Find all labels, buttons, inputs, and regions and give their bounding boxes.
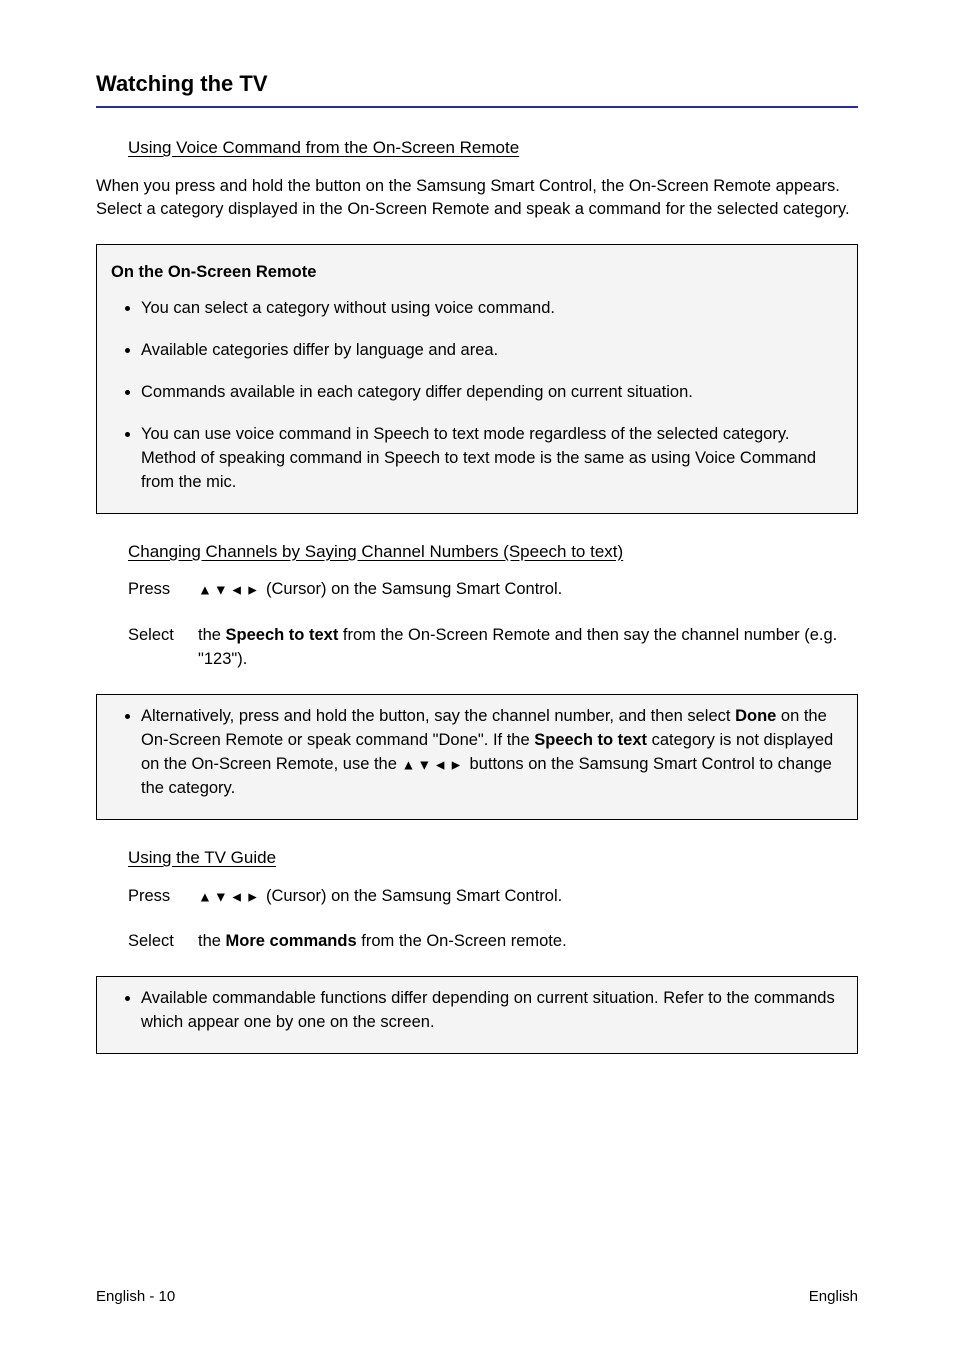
section-heading: Using the TV Guide — [128, 846, 276, 871]
directional-arrows-icon: ▲▼◄► — [401, 757, 464, 773]
section-tv-guide: Using the TV Guide — [128, 846, 858, 885]
page: Watching the TV Using Voice Command from… — [0, 0, 954, 1348]
note-list: Available commandable functions differ d… — [111, 987, 843, 1035]
instruction-text: the More commands from the On-Screen rem… — [198, 930, 567, 954]
footer-right: English — [809, 1286, 858, 1308]
section-heading: Changing Channels by Saying Channel Numb… — [128, 540, 623, 565]
speech-to-text-token: Speech to text — [534, 731, 647, 749]
note-item: Alternatively, press and hold the button… — [141, 705, 843, 801]
footer-left: English - 10 — [96, 1286, 175, 1308]
note-box-1: On the On-Screen Remote You can select a… — [96, 244, 858, 513]
more-commands-token: More commands — [226, 932, 357, 950]
instruction-row-4: Select the More commands from the On-Scr… — [128, 930, 858, 954]
done-token: Done — [735, 707, 776, 725]
instruction-label: Press — [128, 885, 198, 909]
instruction-row-3: Press ▲▼◄► (Cursor) on the Samsung Smart… — [128, 885, 858, 909]
instruction-text: ▲▼◄► (Cursor) on the Samsung Smart Contr… — [198, 578, 562, 602]
text-fragment: the — [198, 932, 226, 950]
instruction-row-1: Press ▲▼◄► (Cursor) on the Samsung Smart… — [128, 578, 858, 602]
note-item: You can use voice command in Speech to t… — [141, 423, 843, 495]
title-rule — [96, 106, 858, 108]
section-voice-command-onscreen: Using Voice Command from the On-Screen R… — [128, 136, 858, 175]
instruction-row-2: Select the Speech to text from the On-Sc… — [128, 624, 858, 672]
page-title: Watching the TV — [96, 68, 858, 100]
instruction-text: ▲▼◄► (Cursor) on the Samsung Smart Contr… — [198, 885, 562, 909]
instruction-label: Select — [128, 930, 198, 954]
section-heading: Using Voice Command from the On-Screen R… — [128, 136, 519, 161]
instruction-text: the Speech to text from the On-Screen Re… — [198, 624, 858, 672]
section-1-intro: When you press and hold the button on th… — [96, 175, 858, 223]
text-fragment: (Cursor) on the Samsung Smart Control. — [261, 887, 562, 905]
instruction-label: Select — [128, 624, 198, 648]
note-item: Available commandable functions differ d… — [141, 987, 843, 1035]
note-item: Available categories differ by language … — [141, 339, 843, 363]
note-box-3: Available commandable functions differ d… — [96, 976, 858, 1054]
note-title: On the On-Screen Remote — [111, 261, 843, 285]
note-box-2: Alternatively, press and hold the button… — [96, 694, 858, 820]
note-item: You can select a category without using … — [141, 297, 843, 321]
directional-arrows-icon: ▲▼◄► — [198, 888, 261, 904]
speech-to-text-token: Speech to text — [226, 626, 339, 644]
note-list: Alternatively, press and hold the button… — [111, 705, 843, 801]
text-fragment: from the On-Screen remote. — [357, 932, 567, 950]
note-item: Commands available in each category diff… — [141, 381, 843, 405]
note-list: You can select a category without using … — [111, 297, 843, 495]
instruction-label: Press — [128, 578, 198, 602]
section-changing-channels: Changing Channels by Saying Channel Numb… — [128, 540, 858, 579]
text-fragment: Alternatively, press and hold the button… — [141, 707, 735, 725]
text-fragment: the — [198, 626, 226, 644]
text-fragment: (Cursor) on the Samsung Smart Control. — [261, 580, 562, 598]
directional-arrows-icon: ▲▼◄► — [198, 582, 261, 598]
page-footer: English - 10 English — [0, 1286, 954, 1308]
